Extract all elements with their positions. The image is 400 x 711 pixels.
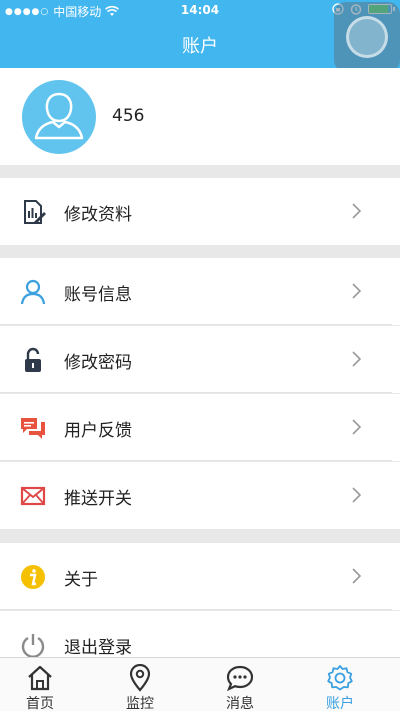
divider bbox=[0, 324, 392, 325]
gear-icon bbox=[327, 665, 353, 691]
chevron-right-icon bbox=[352, 487, 362, 503]
chevron-right-icon bbox=[352, 203, 362, 219]
tab-label: 消息 bbox=[226, 696, 254, 711]
chevron-right-icon bbox=[352, 351, 362, 367]
user-icon bbox=[20, 279, 46, 305]
menu-label-feedback: 用户反馈 bbox=[64, 421, 132, 441]
tab-label: 首页 bbox=[26, 696, 54, 711]
feedback-icon bbox=[21, 418, 45, 439]
menu-label-account-info: 账号信息 bbox=[64, 285, 132, 305]
menu-label-about: 关于 bbox=[64, 570, 98, 590]
tab-label: 监控 bbox=[126, 696, 154, 711]
tab-bar: 首页 监控 消息 账户 bbox=[0, 657, 400, 711]
edit-document-icon bbox=[24, 200, 46, 224]
menu-label-change-password: 修改密码 bbox=[64, 353, 132, 373]
tab-label: 账户 bbox=[326, 696, 354, 711]
menu-item-change-password[interactable]: 修改密码 bbox=[0, 326, 400, 393]
tab-home[interactable]: 首页 bbox=[0, 658, 90, 711]
unlock-icon bbox=[25, 347, 41, 372]
profile-card[interactable]: 456 bbox=[0, 68, 400, 165]
chat-bubble-icon bbox=[226, 665, 254, 692]
username: 456 bbox=[112, 106, 145, 126]
menu-label-push-switch: 推送开关 bbox=[64, 489, 132, 509]
menu-label-logout: 退出登录 bbox=[64, 638, 132, 658]
power-icon bbox=[21, 634, 45, 658]
menu-item-account-info[interactable]: 账号信息 bbox=[0, 258, 400, 325]
divider bbox=[0, 609, 392, 610]
assistive-touch-icon bbox=[346, 16, 388, 58]
assistive-touch-button[interactable] bbox=[334, 2, 400, 72]
menu-item-push-switch[interactable]: 推送开关 bbox=[0, 462, 400, 529]
tab-account[interactable]: 账户 bbox=[290, 658, 390, 711]
user-silhouette-icon bbox=[34, 92, 84, 140]
avatar[interactable] bbox=[22, 80, 96, 154]
menu-label-edit-profile: 修改资料 bbox=[64, 205, 132, 225]
chevron-right-icon bbox=[352, 568, 362, 584]
location-pin-icon bbox=[129, 664, 151, 692]
tab-monitor[interactable]: 监控 bbox=[90, 658, 190, 711]
mail-icon bbox=[20, 486, 46, 506]
divider bbox=[0, 392, 392, 393]
menu-item-about[interactable]: 关于 bbox=[0, 543, 400, 610]
info-icon bbox=[21, 565, 45, 589]
menu-item-edit-profile[interactable]: 修改资料 bbox=[0, 178, 400, 245]
divider bbox=[0, 460, 392, 461]
chevron-right-icon bbox=[352, 283, 362, 299]
chevron-right-icon bbox=[352, 419, 362, 435]
home-icon bbox=[28, 665, 52, 691]
menu-item-feedback[interactable]: 用户反馈 bbox=[0, 394, 400, 461]
tab-messages[interactable]: 消息 bbox=[190, 658, 290, 711]
